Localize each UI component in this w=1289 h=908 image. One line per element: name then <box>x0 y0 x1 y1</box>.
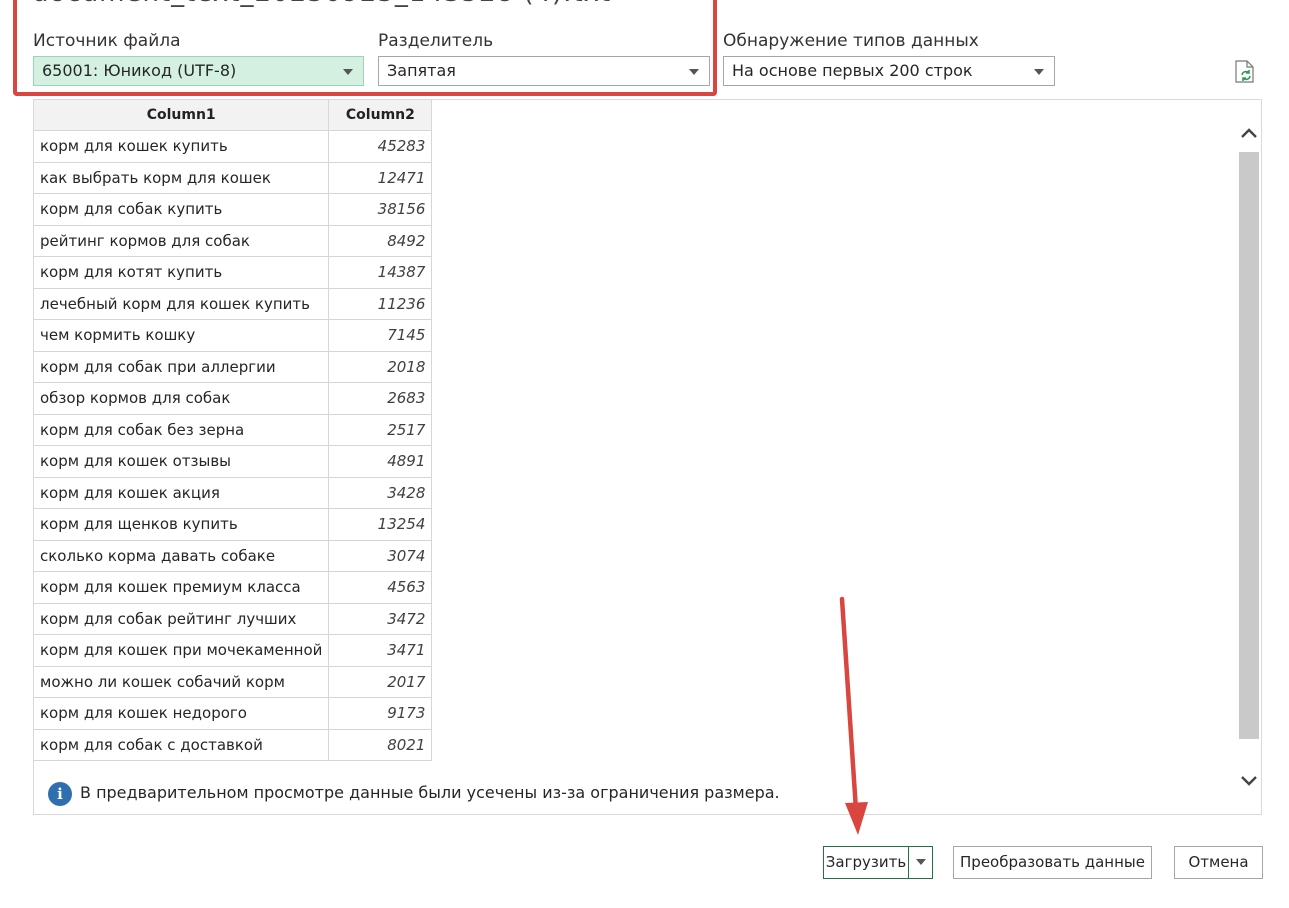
table-row: корм для кошек при мочекаменной 3471 <box>34 634 433 667</box>
count-cell[interactable]: 12471 <box>328 161 433 194</box>
query-cell[interactable]: чем кормить кошку <box>34 319 330 352</box>
load-options-button[interactable] <box>908 847 933 878</box>
table-row: можно ли кошек собачий корм 2017 <box>34 665 433 698</box>
table-row: как выбрать корм для кошек 12471 <box>34 161 433 194</box>
query-cell[interactable]: корм для собак с доставкой <box>34 728 330 761</box>
table-row: лечебный корм для кошек купить 11236 <box>34 287 433 320</box>
count-cell[interactable]: 2018 <box>328 350 433 383</box>
info-icon: i <box>48 782 72 806</box>
count-cell[interactable]: 4891 <box>328 445 433 478</box>
query-cell[interactable]: корм для кошек отзывы <box>34 445 330 478</box>
table-row: рейтинг кормов для собак 8492 <box>34 224 433 257</box>
column-header[interactable]: Column2 <box>328 100 433 131</box>
table-row: корм для кошек недорого 9173 <box>34 697 433 730</box>
query-cell[interactable]: корм для кошек при мочекаменной <box>34 634 330 667</box>
type-detection-label: Обнаружение типов данных <box>723 31 979 51</box>
count-cell[interactable]: 45283 <box>328 130 433 163</box>
table-row: корм для собак с доставкой 8021 <box>34 728 433 761</box>
count-cell[interactable]: 4563 <box>328 571 433 604</box>
table-row: корм для собак рейтинг лучших 3472 <box>34 602 433 635</box>
transform-data-button[interactable]: Преобразовать данные <box>953 846 1152 879</box>
count-cell[interactable]: 8492 <box>328 224 433 257</box>
count-cell[interactable]: 7145 <box>328 319 433 352</box>
load-split-button: Загрузить <box>823 846 933 879</box>
load-button[interactable]: Загрузить <box>824 847 908 878</box>
query-cell[interactable]: корм для кошек купить <box>34 130 330 163</box>
query-cell[interactable]: рейтинг кормов для собак <box>34 224 330 257</box>
table-body: корм для кошек купить 45283 как выбрать ко… <box>34 130 433 761</box>
count-cell[interactable]: 9173 <box>328 697 433 730</box>
count-cell[interactable]: 11236 <box>328 287 433 320</box>
count-cell[interactable]: 3074 <box>328 539 433 572</box>
query-cell[interactable]: корм для собак при аллергии <box>34 350 330 383</box>
query-cell[interactable]: корм для котят купить <box>34 256 330 289</box>
table-row: корм для котят купить 14387 <box>34 256 433 289</box>
table-row: корм для кошек акция 3428 <box>34 476 433 509</box>
query-cell[interactable]: корм для кошек акция <box>34 476 330 509</box>
scroll-down-icon[interactable] <box>1237 764 1261 798</box>
query-cell[interactable]: лечебный корм для кошек купить <box>34 287 330 320</box>
annotation-arrow <box>839 596 868 835</box>
query-cell[interactable]: корм для щенков купить <box>34 508 330 541</box>
type-detection-value: На основе первых 200 строк <box>732 61 973 80</box>
table-row: сколько корма давать собаке 3074 <box>34 539 433 572</box>
count-cell[interactable]: 8021 <box>328 728 433 761</box>
refresh-icon[interactable] <box>1234 60 1256 84</box>
count-cell[interactable]: 2017 <box>328 665 433 698</box>
column-header[interactable]: Column1 <box>34 100 330 131</box>
scroll-thumb[interactable] <box>1239 152 1259 739</box>
chevron-down-icon <box>916 859 926 865</box>
table-row: корм для собак без зерна 2517 <box>34 413 433 446</box>
count-cell[interactable]: 13254 <box>328 508 433 541</box>
count-cell[interactable]: 2683 <box>328 382 433 415</box>
table-row: корм для кошек отзывы 4891 <box>34 445 433 478</box>
count-cell[interactable]: 3428 <box>328 476 433 509</box>
query-cell[interactable]: можно ли кошек собачий корм <box>34 665 330 698</box>
cancel-button[interactable]: Отмена <box>1174 846 1263 879</box>
count-cell[interactable]: 3472 <box>328 602 433 635</box>
vertical-scrollbar[interactable] <box>1237 116 1261 798</box>
query-cell[interactable]: корм для собак купить <box>34 193 330 226</box>
table-row: корм для кошек купить 45283 <box>34 130 433 163</box>
query-cell[interactable]: обзор кормов для собак <box>34 382 330 415</box>
count-cell[interactable]: 14387 <box>328 256 433 289</box>
table-row: корм для щенков купить 13254 <box>34 508 433 541</box>
count-cell[interactable]: 38156 <box>328 193 433 226</box>
query-cell[interactable]: корм для кошек премиум класса <box>34 571 330 604</box>
count-cell[interactable]: 2517 <box>328 413 433 446</box>
query-cell[interactable]: сколько корма давать собаке <box>34 539 330 572</box>
chevron-down-icon <box>1034 69 1044 75</box>
table-row: корм для собак при аллергии 2018 <box>34 350 433 383</box>
query-cell[interactable]: корм для собак без зерна <box>34 413 330 446</box>
table-row: обзор кормов для собак 2683 <box>34 382 433 415</box>
query-cell[interactable]: как выбрать корм для кошек <box>34 161 330 194</box>
table-header-row: Column1 Column2 <box>34 100 433 131</box>
table-row: корм для собак купить 38156 <box>34 193 433 226</box>
table-row: корм для кошек премиум класса 4563 <box>34 571 433 604</box>
query-cell[interactable]: корм для собак рейтинг лучших <box>34 602 330 635</box>
scroll-up-icon[interactable] <box>1237 116 1261 150</box>
truncation-message: В предварительном просмотре данные были … <box>80 783 780 802</box>
highlight-box <box>13 0 717 96</box>
type-detection-select[interactable]: На основе первых 200 строк <box>723 56 1055 86</box>
data-preview-panel: Column1 Column2 корм для кошек купить 452… <box>33 99 1262 815</box>
query-cell[interactable]: корм для кошек недорого <box>34 697 330 730</box>
preview-table: Column1 Column2 корм для кошек купить 452… <box>34 100 433 761</box>
count-cell[interactable]: 3471 <box>328 634 433 667</box>
table-row: чем кормить кошку 7145 <box>34 319 433 352</box>
